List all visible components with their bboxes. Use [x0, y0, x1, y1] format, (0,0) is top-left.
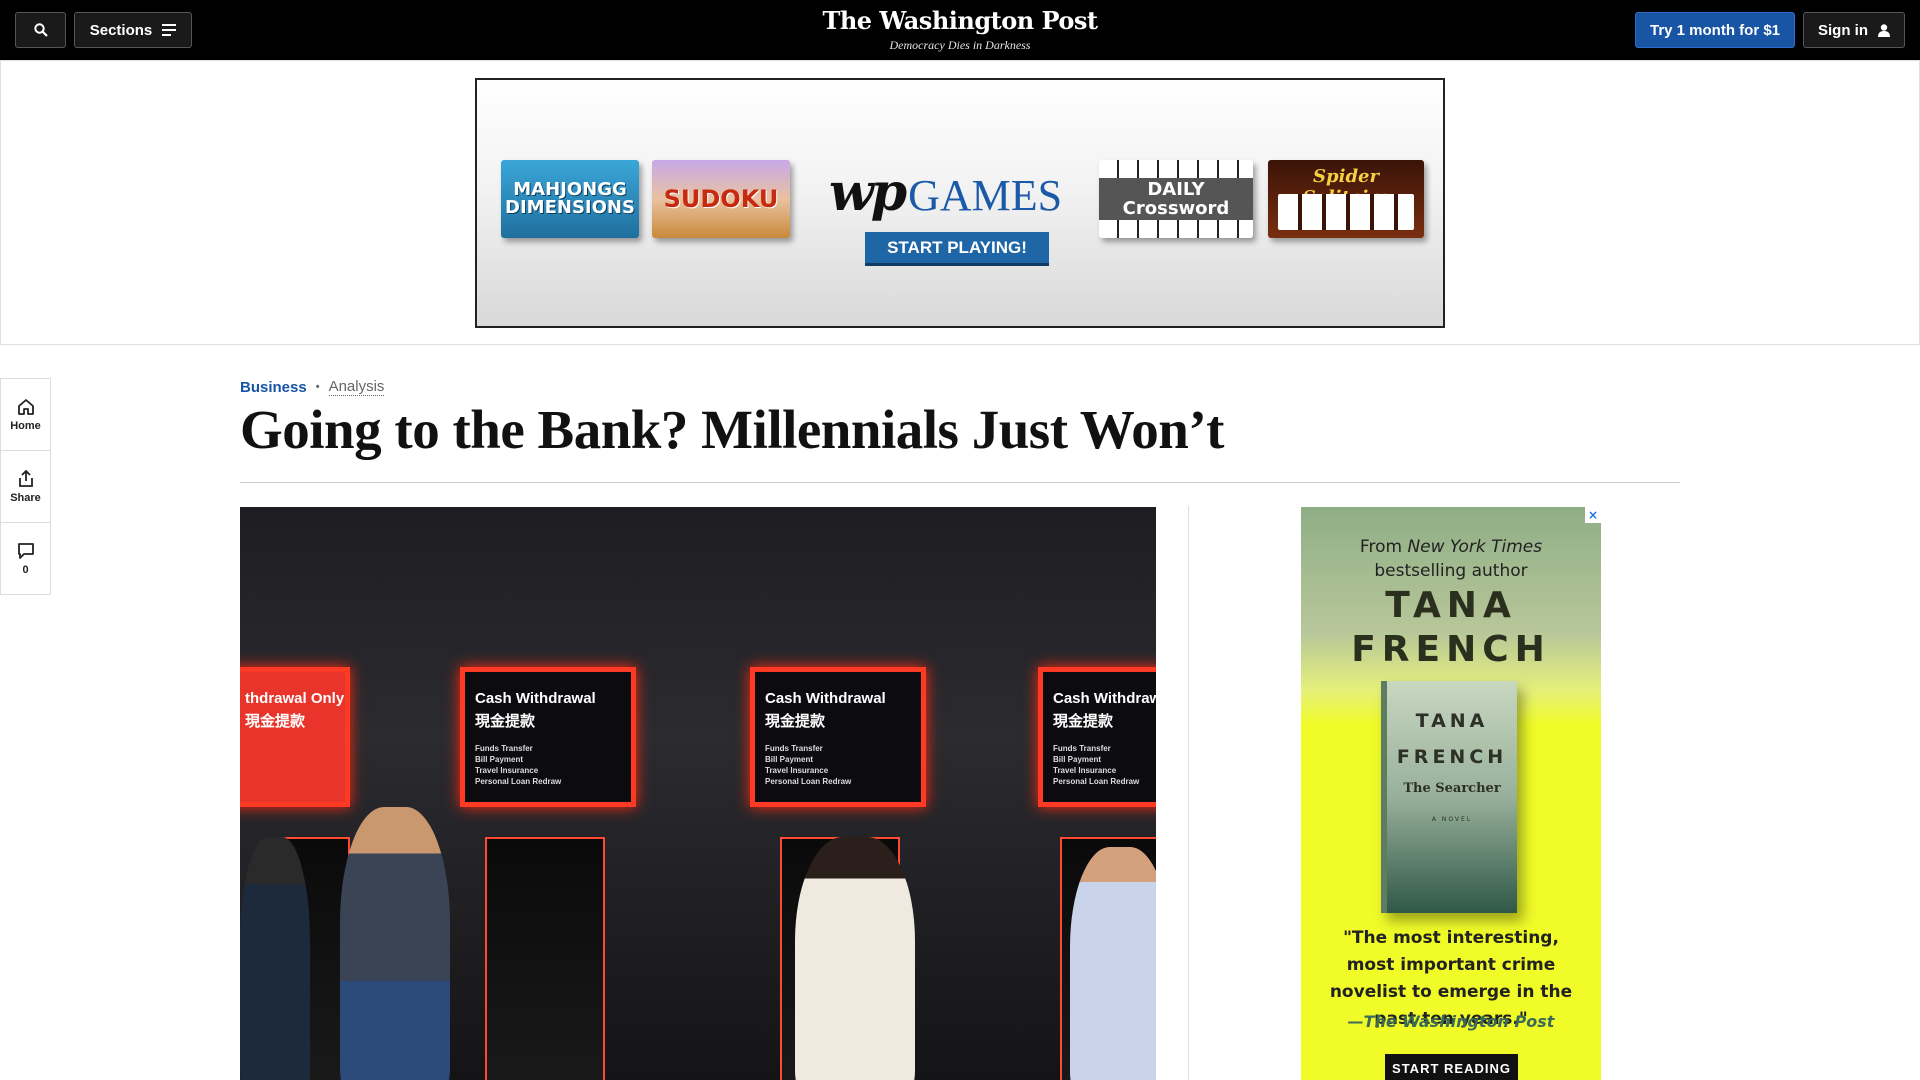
lead-photo[interactable]: thdrawal Only 現金提款 Cash Withdrawal 現金提款 … [240, 507, 1156, 1080]
ad-quote-attribution: —The Washington Post [1347, 1012, 1555, 1031]
spider-solitaire-tile[interactable]: Spider Solitaire [1268, 160, 1424, 238]
person-figure [490, 835, 610, 1080]
atm-sign: Cash Withdrawal 現金提款 Funds Transfer Bill … [750, 667, 926, 807]
nyt-mention: New York Times [1407, 537, 1543, 557]
share-button[interactable]: Share [1, 451, 50, 523]
search-icon [33, 23, 48, 37]
person-figure [240, 837, 310, 1080]
games-advertisement[interactable]: MAHJONGG DIMENSIONS SUDOKU wpGAMES START… [475, 78, 1445, 328]
article-utility-rail: Home Share 0 [0, 378, 51, 595]
author-last-name: FRENCH [1351, 629, 1551, 670]
sign-in-label: Sign in [1818, 21, 1868, 39]
home-icon [17, 398, 34, 415]
share-icon [18, 469, 33, 487]
ad-close-icon[interactable]: × [1585, 507, 1601, 523]
mahjongg-tile[interactable]: MAHJONGG DIMENSIONS [501, 160, 639, 238]
atm-service-list: Funds Transfer Bill Payment Travel Insura… [1053, 744, 1140, 786]
person-figure [1070, 847, 1156, 1080]
atm-service-list: Funds Transfer Bill Payment Travel Insura… [765, 744, 852, 786]
book-cover-novel: A NOVEL [1431, 816, 1473, 823]
sections-button[interactable]: Sections [74, 12, 192, 48]
comment-icon [17, 543, 34, 559]
user-icon [1878, 23, 1890, 37]
playing-cards-graphic [1278, 194, 1414, 230]
start-reading-button[interactable]: START READING [1385, 1054, 1518, 1080]
games-wordmark: GAMES [908, 171, 1063, 220]
comments-count: 0 [22, 564, 29, 576]
author-first-name: TANA [1385, 585, 1517, 626]
wp-logo-mark: wp [829, 162, 907, 223]
comments-button[interactable]: 0 [1, 523, 50, 595]
masthead[interactable]: The Washington Post Democracy Dies in Da… [760, 6, 1160, 53]
sign-in-button[interactable]: Sign in [1803, 12, 1905, 48]
home-button[interactable]: Home [1, 379, 50, 451]
site-logo[interactable]: The Washington Post [760, 6, 1160, 35]
wp-games-logo: wpGAMES [829, 162, 1063, 223]
column-divider [1188, 506, 1189, 1080]
atm-sign-right: Cash Withdrawal 現金提款 Funds TransferBill … [1038, 667, 1156, 807]
atm-sign-title: Cash Withdrawal [475, 690, 596, 707]
share-label: Share [10, 491, 41, 504]
tagline: Democracy Dies in Darkness [889, 38, 1031, 52]
book-advertisement[interactable]: × From New York Times bestselling author… [1301, 507, 1601, 1080]
section-link[interactable]: Business [240, 379, 307, 396]
home-label: Home [10, 419, 41, 432]
atm-sign: Cash Withdrawal 現金提款 Funds Transfer Bill … [460, 667, 636, 807]
atm-sign-chinese: 現金提款 [245, 712, 306, 730]
headline-divider [240, 482, 1680, 483]
sudoku-tile[interactable]: SUDOKU [652, 160, 790, 238]
atm-sign-left: thdrawal Only 現金提款 [240, 667, 350, 807]
atm-sign-title: Cash Withdrawal [1053, 690, 1156, 707]
book-cover: TANA FRENCH The Searcher A NOVEL [1381, 681, 1517, 913]
atm-sign-title: thdrawal Only [245, 690, 345, 707]
kicker-separator: • [315, 381, 320, 393]
ad-bestselling-line: bestselling author [1374, 561, 1528, 581]
menu-icon [162, 24, 177, 36]
article-headline: Going to the Bank? Millennials Just Won’… [240, 399, 1224, 460]
sudoku-label: SUDOKU [663, 185, 779, 213]
book-cover-title: The Searcher [1403, 781, 1501, 796]
atm-service-list: Funds Transfer Bill Payment Travel Insura… [475, 744, 562, 786]
atm-sign-chinese: 現金提款 [765, 712, 826, 730]
top-navigation: Sections The Washington Post Democracy D… [0, 0, 1920, 60]
mahjongg-label: MAHJONGG DIMENSIONS [505, 179, 635, 218]
sections-label: Sections [89, 21, 153, 39]
atm-sign-title: Cash Withdrawal [765, 690, 886, 707]
article-kicker: Business • Analysis [240, 378, 385, 396]
book-cover-author: TANA FRENCH [1396, 710, 1508, 768]
person-figure [340, 807, 450, 1080]
search-button[interactable] [15, 12, 66, 48]
atm-sign-chinese: 現金提款 [475, 712, 536, 730]
person-figure [795, 837, 915, 1080]
crossword-tile[interactable]: DAILY Crossword [1099, 160, 1253, 238]
crossword-label: DAILY Crossword [1099, 178, 1253, 220]
atm-sign-chinese: 現金提款 [1053, 712, 1114, 730]
ad-from-line: From New York Times [1359, 537, 1543, 557]
subscribe-button[interactable]: Try 1 month for $1 [1635, 12, 1795, 48]
analysis-label[interactable]: Analysis [328, 378, 385, 396]
start-playing-button[interactable]: START PLAYING! [865, 232, 1049, 266]
